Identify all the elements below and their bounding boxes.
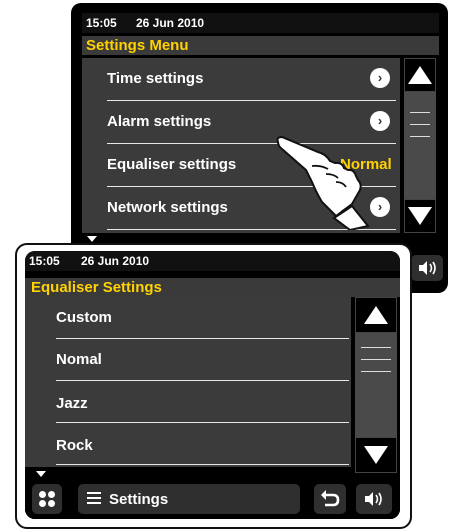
list-item-custom[interactable]: Custom: [25, 297, 351, 339]
page-title: Equaliser Settings: [25, 278, 400, 297]
status-time: 15:05: [29, 254, 60, 268]
equaliser-list: Custom Nomal Jazz Rock: [25, 297, 351, 467]
speaker-icon: [365, 492, 382, 506]
more-items-indicator-icon: [36, 471, 46, 477]
volume-button[interactable]: [356, 484, 392, 514]
status-bar: 15:05 26 Jun 2010: [25, 251, 400, 271]
list-item-time-settings[interactable]: Time settings ›: [82, 58, 400, 101]
status-time: 15:05: [86, 16, 117, 30]
more-items-indicator-icon: [87, 236, 97, 242]
scroll-grip-line: [410, 124, 430, 125]
list-item-label: Network settings: [107, 199, 228, 216]
menu-list-icon: [87, 492, 101, 504]
scroll-down-button[interactable]: [404, 199, 436, 233]
scroll-up-icon: [364, 306, 388, 324]
list-item-label: Nomal: [56, 351, 102, 368]
scroll-down-button[interactable]: [355, 437, 397, 473]
bottom-screen: 15:05 26 Jun 2010 Equaliser Settings Cus…: [25, 251, 400, 519]
list-item-label: Alarm settings: [107, 113, 212, 130]
home-dots-icon: [39, 491, 55, 507]
scroll-grip-line: [410, 112, 430, 113]
status-date: 26 Jun 2010: [81, 254, 150, 268]
back-arrow-icon: [321, 490, 340, 507]
settings-menu-button[interactable]: Settings: [78, 484, 300, 514]
speaker-icon: [419, 261, 436, 275]
scrollbar[interactable]: [355, 297, 397, 473]
scroll-down-icon: [364, 446, 388, 464]
list-item-label: Jazz: [56, 395, 88, 412]
volume-button[interactable]: [411, 255, 443, 281]
settings-menu-label: Settings: [109, 491, 169, 508]
home-button[interactable]: [32, 484, 62, 514]
list-item-label: Equaliser settings: [107, 156, 237, 173]
status-date: 26 Jun 2010: [136, 16, 205, 30]
back-button[interactable]: [314, 484, 346, 514]
list-item-label: Rock: [56, 437, 93, 454]
status-bar: 15:05 26 Jun 2010: [82, 13, 439, 33]
scroll-grip-line: [410, 136, 430, 137]
list-item-nomal[interactable]: Nomal: [25, 339, 351, 381]
page-title: Settings Menu: [82, 36, 439, 55]
scroll-grip-line: [361, 359, 391, 360]
scroll-grip-line: [361, 371, 391, 372]
chevron-right-icon: ›: [370, 68, 390, 88]
scroll-grip-line: [361, 347, 391, 348]
scroll-down-icon: [408, 207, 432, 225]
list-item-jazz[interactable]: Jazz: [25, 381, 351, 423]
bottom-bar: Settings: [25, 479, 400, 519]
bottom-device-frame: 15:05 26 Jun 2010 Equaliser Settings Cus…: [25, 251, 400, 519]
list-item-label: Time settings: [107, 70, 204, 87]
list-item-rock[interactable]: Rock: [25, 423, 351, 465]
scroll-up-button[interactable]: [355, 297, 397, 333]
pointing-hand-icon: [276, 135, 370, 230]
list-item-label: Custom: [56, 309, 112, 326]
scrollbar[interactable]: [404, 58, 436, 233]
scroll-up-button[interactable]: [404, 58, 436, 92]
scroll-up-icon: [408, 66, 432, 84]
row-divider: [56, 464, 349, 465]
